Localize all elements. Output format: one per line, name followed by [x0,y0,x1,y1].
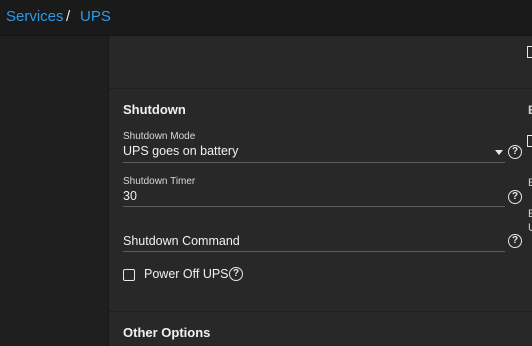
shutdown-command-input[interactable]: Shutdown Command [123,234,240,248]
top-bar: Services / UPS [0,0,532,36]
edge-letter: E [528,177,532,189]
edge-letter: E [528,208,532,220]
shutdown-timer-input[interactable]: 30 [123,189,137,203]
sidebar [0,36,109,346]
shutdown-command-underline [123,251,505,252]
breadcrumb-current-ups[interactable]: UPS [80,8,111,25]
power-off-ups-label[interactable]: Power Off UPS [144,267,229,281]
edge-letter: U [528,222,532,234]
help-icon[interactable]: ? [508,190,522,204]
edge-checkbox-2[interactable] [527,135,532,147]
shutdown-section-title: Shutdown [123,102,186,117]
shutdown-mode-underline [123,162,505,163]
edge-letter: E [528,103,532,117]
chevron-down-icon[interactable] [495,150,503,155]
other-options-section-title: Other Options [123,325,211,340]
edge-checkbox[interactable] [527,46,532,58]
help-icon[interactable]: ? [229,267,243,281]
help-icon[interactable]: ? [508,234,522,248]
shutdown-timer-underline [123,206,505,207]
breadcrumb-separator: / [66,8,71,25]
power-off-ups-checkbox[interactable] [123,269,135,281]
breadcrumb-services-link[interactable]: Services [6,8,64,25]
section-divider [109,311,532,312]
card-top-area [109,36,532,89]
help-icon[interactable]: ? [508,145,522,159]
shutdown-mode-label: Shutdown Mode [123,131,196,142]
shutdown-timer-label: Shutdown Timer [123,176,196,187]
shutdown-mode-select[interactable]: UPS goes on battery [123,144,238,158]
ups-settings-card: E E E U Shutdown Shutdown Mode UPS goes … [109,36,532,346]
